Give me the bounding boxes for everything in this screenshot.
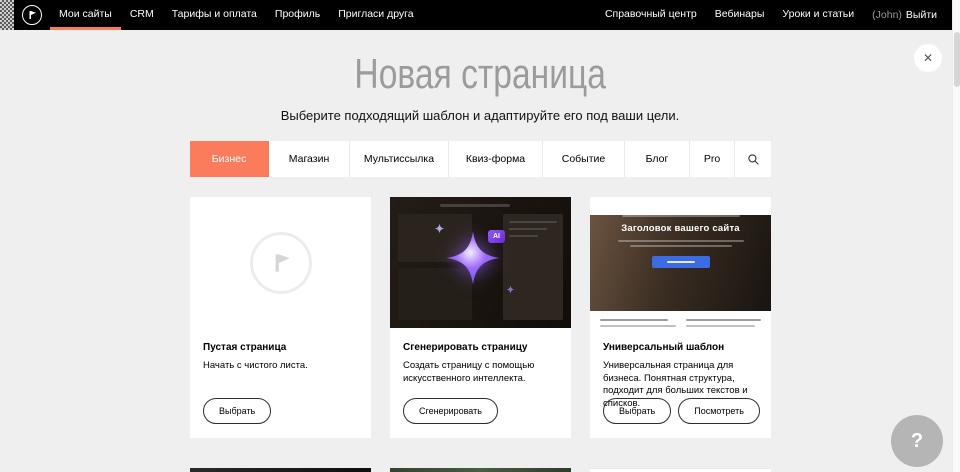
close-button[interactable]: ✕ [914, 44, 942, 72]
ai-preview-image: AI [390, 197, 571, 328]
preview-site-heading: Заголовок вашего сайта [590, 223, 771, 234]
top-navbar: Мои сайты CRM Тарифы и оплата Профиль Пр… [0, 0, 960, 30]
help-button[interactable]: ? [891, 415, 943, 467]
tab-event[interactable]: Событие [543, 141, 625, 177]
nav-item-invite-friend[interactable]: Пригласи друга [329, 0, 422, 30]
template-card-universal: Заголовок вашего сайта Универсальный шаб… [590, 197, 771, 438]
page-subtitle: Выберите подходящий шаблон и адаптируйте… [0, 108, 960, 123]
nav-item-my-sites[interactable]: Мои сайты [50, 0, 121, 30]
text-line-placeholder [622, 215, 740, 217]
sparkle-icon [506, 285, 515, 294]
next-row-card-preview [190, 468, 371, 472]
choose-button[interactable]: Выбрать [603, 398, 671, 424]
template-panel-placeholder [503, 214, 563, 320]
preview-text-section [590, 311, 771, 328]
navbar-right: Справочный центр Вебинары Уроки и статьи… [596, 0, 946, 30]
text-line-placeholder [630, 245, 732, 247]
tilda-mark-circle [250, 232, 312, 294]
scrollbar-thumb[interactable] [954, 32, 960, 87]
page-title: Новая страница [0, 50, 960, 98]
tab-multilink[interactable]: Мультиссылка [350, 141, 449, 177]
nav-item-crm[interactable]: CRM [121, 0, 163, 30]
generate-button[interactable]: Сгенерировать [403, 398, 498, 424]
blank-page-preview [190, 197, 371, 328]
page-scrollbar [952, 0, 960, 472]
tilda-logo[interactable] [22, 5, 42, 25]
choose-button[interactable]: Выбрать [203, 398, 271, 424]
tab-search[interactable] [735, 141, 771, 177]
next-row-card-preview [590, 468, 771, 472]
card-title: Сгенерировать страницу [403, 342, 558, 353]
template-card-ai-generate: AI Сгенерировать страницу Создать страни… [390, 197, 571, 438]
tab-business[interactable]: Бизнес [190, 141, 269, 177]
card-description: Начать с чистого листа. [203, 360, 358, 373]
texture-pattern [0, 0, 14, 30]
template-category-tabs: Бизнес Магазин Мультиссылка Квиз-форма С… [190, 141, 771, 177]
card-title: Пустая страница [203, 342, 358, 353]
next-row-card-preview [390, 468, 571, 472]
text-line-placeholder [440, 204, 510, 207]
text-column-placeholder [600, 319, 676, 328]
logout-label: Выйти [906, 9, 937, 21]
nav-user-logout[interactable]: (John) Выйти [863, 0, 946, 30]
tab-pro[interactable]: Pro [690, 141, 735, 177]
view-button[interactable]: Посмотреть [678, 398, 760, 424]
tilda-flag-icon [268, 250, 294, 276]
ai-badge: AI [488, 230, 505, 243]
universal-preview-image: Заголовок вашего сайта [590, 197, 771, 328]
tab-quiz-form[interactable]: Квиз-форма [449, 141, 543, 177]
close-icon: ✕ [923, 51, 933, 65]
tilda-flag-icon [26, 9, 38, 21]
preview-cta-button [652, 256, 710, 268]
preview-hero-section: Заголовок вашего сайта [590, 215, 771, 311]
user-name: (John) [872, 9, 902, 21]
nav-link-lessons[interactable]: Уроки и статьи [773, 0, 863, 30]
nav-item-profile[interactable]: Профиль [266, 0, 329, 30]
tab-blog[interactable]: Блог [625, 141, 690, 177]
card-title: Универсальный шаблон [603, 342, 758, 353]
nav-item-billing[interactable]: Тарифы и оплата [163, 0, 266, 30]
template-card-blank-page: Пустая страница Начать с чистого листа. … [190, 197, 371, 438]
search-icon [747, 153, 760, 166]
nav-link-webinars[interactable]: Вебинары [706, 0, 774, 30]
nav-link-help-center[interactable]: Справочный центр [596, 0, 706, 30]
tab-shop[interactable]: Магазин [269, 141, 350, 177]
question-icon: ? [911, 430, 923, 453]
card-description: Создать страницу с помощью искусственног… [403, 360, 558, 385]
text-line-placeholder [618, 240, 744, 242]
text-column-placeholder [686, 319, 762, 328]
